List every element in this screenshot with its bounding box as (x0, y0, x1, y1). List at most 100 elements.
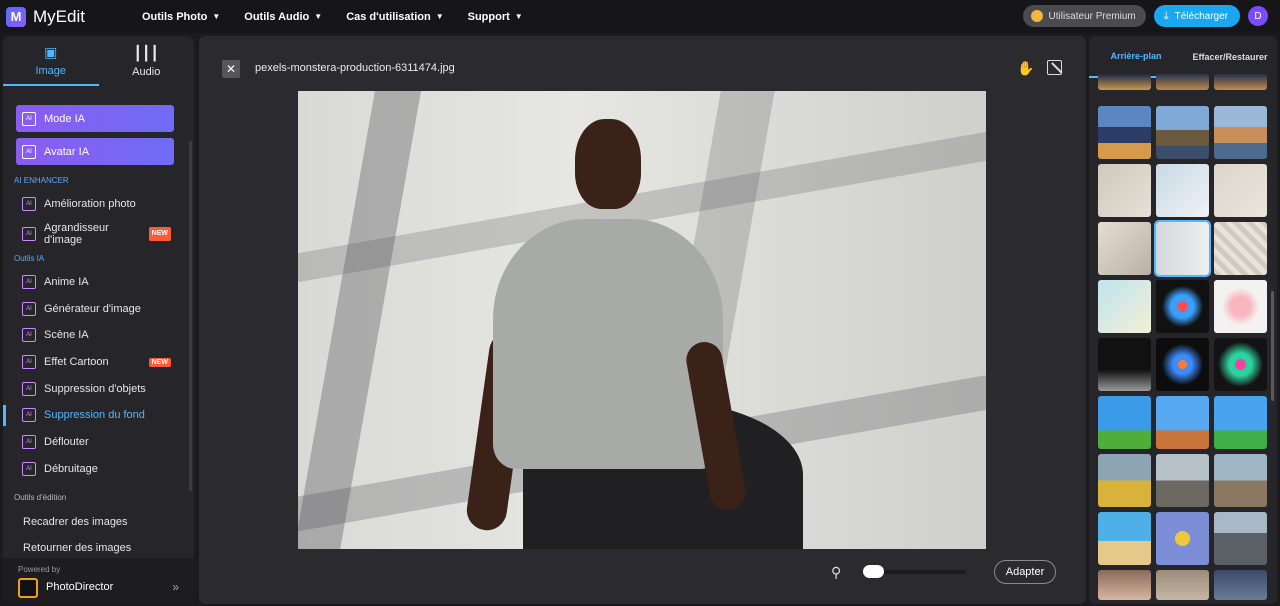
avatar-ia-button[interactable]: AI Avatar IA (16, 138, 174, 165)
ai-sparkle-icon: AI (22, 144, 36, 159)
menu-scene-ia[interactable]: AI Scène IA (3, 322, 194, 349)
section-outils-edition: Outils d'édition (14, 493, 67, 503)
background-thumb[interactable] (1098, 74, 1151, 90)
coin-icon (1030, 10, 1043, 22)
mode-tabs: ▣ Image ┃┃┃ Audio (3, 36, 194, 86)
premium-user-button[interactable]: Utilisateur Premium (1022, 5, 1146, 27)
menu-agrandisseur-image[interactable]: AI Agrandisseur d'image NEW (3, 218, 194, 250)
section-outils-ia: Outils IA (14, 253, 45, 263)
download-icon: ⤓ (1163, 9, 1169, 22)
right-panel-scrollbar[interactable] (1271, 291, 1274, 401)
photodirector-icon (18, 578, 38, 598)
mode-ia-button[interactable]: AI Mode IA (16, 105, 174, 132)
new-badge: NEW (148, 226, 171, 241)
ai-sparkle-icon: AI (22, 275, 36, 290)
background-thumb[interactable] (1214, 396, 1267, 449)
section-ai-enhancer: AI ENHANCER (14, 176, 69, 185)
compare-icon[interactable] (1047, 60, 1062, 75)
image-icon: ▣ (44, 43, 58, 60)
powered-by-footer[interactable]: Powered by PhotoDirector » (3, 558, 194, 604)
close-icon: ✕ (225, 62, 237, 76)
background-thumb[interactable] (1214, 570, 1267, 600)
background-thumb[interactable] (1214, 280, 1267, 333)
background-thumb[interactable] (1098, 106, 1151, 159)
background-thumb[interactable] (1214, 512, 1267, 565)
menu-generateur-image[interactable]: AI Générateur d'image (3, 295, 194, 322)
hand-pan-icon[interactable]: ✋ (1017, 60, 1034, 77)
menu-anime-ia[interactable]: AI Anime IA (3, 269, 194, 296)
nav-cas-utilisation[interactable]: Cas d'utilisation ▼ (346, 11, 443, 23)
ai-sparkle-icon: AI (22, 197, 36, 212)
menu-effet-cartoon[interactable]: AI Effet Cartoon NEW (3, 349, 194, 376)
background-thumb[interactable] (1156, 106, 1209, 159)
background-tabs: Arrière-plan Effacer/Restaurer (1089, 36, 1277, 78)
tab-audio[interactable]: ┃┃┃ Audio (99, 36, 195, 86)
tab-arriere-plan[interactable]: Arrière-plan (1089, 36, 1183, 78)
nav-support[interactable]: Support ▼ (468, 11, 523, 23)
top-bar: M MyEdit Outils Photo ▼ Outils Audio ▼ Cas… (0, 0, 1280, 33)
background-thumb[interactable] (1214, 338, 1267, 391)
ai-sparkle-icon: AI (22, 381, 36, 396)
nav-outils-photo[interactable]: Outils Photo ▼ (142, 11, 220, 23)
left-sidebar: ▣ Image ┃┃┃ Audio AI Mode IA AI Avatar I… (3, 36, 194, 604)
close-button[interactable]: ✕ (222, 60, 240, 78)
menu-suppression-objets[interactable]: AI Suppression d'objets (3, 375, 194, 402)
background-thumb[interactable] (1214, 164, 1267, 217)
background-thumb[interactable] (1098, 164, 1151, 217)
background-thumb[interactable] (1156, 338, 1209, 391)
background-thumb[interactable] (1214, 106, 1267, 159)
background-thumb[interactable] (1214, 222, 1267, 275)
app-logo[interactable]: M MyEdit (6, 6, 85, 27)
header-actions: Utilisateur Premium ⤓ Télécharger D (1022, 5, 1268, 27)
background-thumb[interactable] (1156, 280, 1209, 333)
menu-amelioration-photo[interactable]: AI Amélioration photo (3, 191, 194, 218)
menu-recadrer-images[interactable]: Recadrer des images (3, 508, 194, 535)
zoom-icon: ⚲ (831, 564, 842, 580)
background-thumb[interactable] (1156, 512, 1209, 565)
background-thumb[interactable] (1214, 74, 1267, 90)
logo-icon: M (6, 6, 26, 27)
ai-sparkle-icon: AI (22, 226, 36, 241)
canvas-panel: ✕ pexels-monstera-production-6311474.jpg… (199, 36, 1086, 604)
right-panel: Arrière-plan Effacer/Restaurer (1089, 36, 1277, 604)
background-thumb[interactable] (1098, 222, 1151, 275)
background-thumb[interactable] (1156, 74, 1209, 90)
background-thumb[interactable] (1156, 570, 1209, 600)
background-thumb[interactable] (1156, 164, 1209, 217)
menu-debruitage[interactable]: AI Débruitage (3, 456, 194, 483)
nav-outils-audio[interactable]: Outils Audio ▼ (244, 11, 322, 23)
background-thumb[interactable] (1214, 454, 1267, 507)
ai-sparkle-icon: AI (22, 328, 36, 343)
photo-subject-head (575, 119, 641, 209)
edited-photo (298, 91, 986, 549)
ai-sparkle-icon: AI (22, 408, 36, 423)
tab-image[interactable]: ▣ Image (3, 36, 99, 86)
ai-sparkle-icon: AI (22, 461, 36, 476)
menu-suppression-fond[interactable]: AI Suppression du fond (3, 402, 194, 429)
background-thumb[interactable] (1098, 454, 1151, 507)
chevron-down-icon: ▼ (514, 12, 523, 21)
chevron-down-icon: ▼ (212, 12, 221, 21)
background-thumb[interactable] (1098, 280, 1151, 333)
background-thumb[interactable] (1156, 454, 1209, 507)
ai-sparkle-icon: AI (22, 435, 36, 450)
main-nav: Outils Photo ▼ Outils Audio ▼ Cas d'utilis… (142, 11, 547, 23)
background-thumb[interactable] (1098, 570, 1151, 600)
ai-sparkle-icon: AI (22, 111, 36, 126)
photodirector-name: PhotoDirector (46, 581, 114, 593)
background-thumb[interactable] (1098, 512, 1151, 565)
tab-effacer-restaurer[interactable]: Effacer/Restaurer (1183, 36, 1277, 78)
download-button[interactable]: ⤓ Télécharger (1153, 5, 1240, 27)
menu-deflouter[interactable]: AI Déflouter (3, 429, 194, 456)
ai-sparkle-icon: AI (22, 301, 36, 316)
zoom-slider-handle[interactable] (863, 565, 884, 578)
background-thumb[interactable] (1098, 338, 1151, 391)
powered-by-label: Powered by (18, 565, 61, 574)
user-avatar[interactable]: D (1248, 6, 1268, 26)
background-thumb-selected[interactable] (1154, 220, 1211, 277)
sidebar-scrollbar[interactable] (189, 141, 192, 491)
double-chevron-icon: » (172, 580, 179, 594)
fit-button[interactable]: Adapter (994, 560, 1056, 584)
background-thumb[interactable] (1098, 396, 1151, 449)
background-thumb[interactable] (1156, 396, 1209, 449)
